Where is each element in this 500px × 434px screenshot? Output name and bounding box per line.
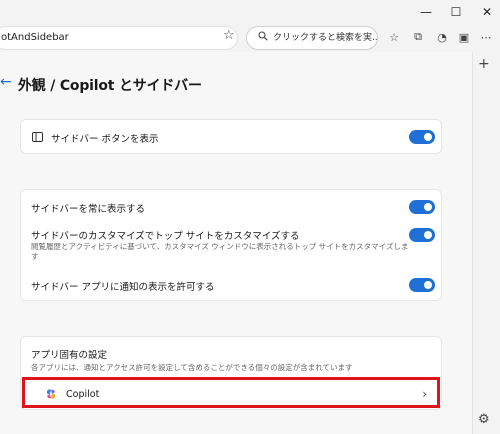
sidebar-options-card: サイドバーを常に表示する サイドバーのカスタマイズでトップ サイトをカスタマイズ…	[20, 189, 442, 301]
maximize-button[interactable]: ☐	[441, 0, 471, 24]
star-icon[interactable]: ☆	[223, 28, 235, 43]
customize-top-sites-label: サイドバーのカスタマイズでトップ サイトをカスタマイズする	[31, 231, 300, 242]
show-sidebar-button-toggle[interactable]	[409, 130, 435, 144]
always-show-sidebar-toggle[interactable]	[409, 200, 435, 214]
close-button[interactable]: ✕	[472, 0, 500, 24]
edge-sidebar	[472, 52, 500, 434]
allow-notifications-label: サイドバー アプリに通知の表示を許可する	[31, 282, 215, 293]
page-title: 外観 / Copilot とサイドバー	[18, 78, 202, 94]
always-show-sidebar-label: サイドバーを常に表示する	[31, 204, 146, 215]
customize-top-sites-description: 閲覧履歴とアクティビティに基づいて、カスタマイズ ウィンドウに表示されるトップ …	[31, 242, 409, 261]
profile-icon[interactable]: ◔	[434, 29, 450, 45]
browser-toolbar: otAndSidebar ☆ クリックすると検索を実... ☆ ⧉ ◔ ▣ ⋯	[0, 24, 500, 52]
gear-icon[interactable]: ⚙	[478, 412, 490, 427]
copilot-label: Copilot	[66, 389, 100, 400]
add-icon[interactable]: +	[478, 56, 490, 72]
customize-top-sites-toggle[interactable]	[409, 228, 435, 242]
favorites-icon[interactable]: ☆	[386, 29, 402, 45]
app-settings-heading: アプリ固有の設定	[31, 350, 108, 361]
more-icon[interactable]: ⋯	[478, 29, 494, 45]
show-sidebar-button-label: サイドバー ボタンを表示	[51, 134, 159, 145]
minimize-button[interactable]: —	[411, 0, 441, 24]
title-bar: — ☐ ✕	[0, 0, 500, 24]
chevron-right-icon: ›	[422, 387, 427, 401]
allow-notifications-toggle[interactable]	[409, 278, 435, 292]
sidebar-button-icon	[32, 132, 43, 142]
copilot-settings-row[interactable]: Copilot ›	[22, 377, 440, 408]
address-bar[interactable]: otAndSidebar	[0, 26, 238, 50]
sidebar-toggle-icon[interactable]: ▣	[456, 29, 472, 45]
copilot-logo-icon	[47, 389, 55, 399]
search-icon	[258, 31, 268, 41]
sidebar-button-card: サイドバー ボタンを表示	[20, 119, 442, 154]
collections-icon[interactable]: ⧉	[410, 29, 426, 45]
back-icon[interactable]: ←	[0, 74, 12, 90]
app-settings-description: 各アプリには、通知とアクセス許可を設定して含めることができる個々の設定が含まれて…	[31, 363, 353, 372]
